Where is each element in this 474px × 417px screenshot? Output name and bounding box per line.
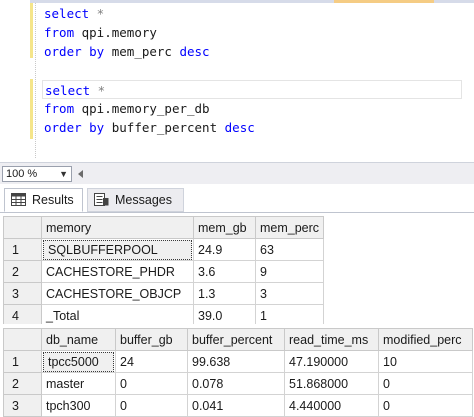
code-line[interactable]: from qpi.memory_per_db — [44, 99, 462, 118]
grid-cell[interactable]: 0.041 — [187, 394, 285, 417]
row-number[interactable]: 2 — [3, 372, 42, 395]
sql-keyword: select — [44, 6, 90, 21]
zoom-dropdown[interactable]: 100 % ▼ — [2, 166, 72, 182]
grid-cell[interactable]: 9 — [254, 260, 325, 283]
grid-cell[interactable]: 10 — [378, 350, 473, 373]
change-marker — [30, 3, 33, 58]
grid-cell-selected[interactable]: tpcc5000 — [41, 350, 116, 373]
table-row[interactable]: 1 tpcc5000 24 99.638 47.190000 10 — [3, 350, 473, 373]
table-row[interactable]: 3 CACHESTORE_OBJCP 1.3 3 — [3, 282, 325, 305]
grid-cell[interactable]: 99.638 — [187, 350, 285, 373]
results-tabstrip: Results Messages — [0, 184, 474, 214]
grid-cell[interactable]: 3 — [254, 282, 325, 305]
grid-cell[interactable]: 0 — [115, 394, 188, 417]
sql-identifier: buffer_percent — [104, 120, 225, 135]
tab-messages-label: Messages — [115, 193, 172, 207]
grid-cell[interactable]: CACHESTORE_PHDR — [41, 260, 194, 283]
grid-header-row: memory mem_gb mem_perc — [3, 216, 325, 239]
grid-corner[interactable] — [3, 328, 42, 351]
column-header[interactable]: memory — [41, 216, 194, 239]
code-line[interactable]: order by mem_perc desc — [44, 42, 462, 61]
cell-value: tpcc5000 — [43, 351, 114, 372]
column-header[interactable]: buffer_percent — [187, 328, 285, 351]
grid-icon — [11, 193, 26, 206]
table-row[interactable]: 2 CACHESTORE_PHDR 3.6 9 — [3, 260, 325, 283]
column-header[interactable]: db_name — [41, 328, 116, 351]
sql-keyword: desc — [179, 44, 210, 59]
grid-cell[interactable]: 0 — [378, 372, 473, 395]
chevron-down-icon: ▼ — [59, 169, 68, 179]
code-line[interactable]: select * — [42, 80, 462, 99]
grid-header-row: db_name buffer_gb buffer_percent read_ti… — [3, 328, 473, 351]
result-grid-memory-per-db[interactable]: db_name buffer_gb buffer_percent read_ti… — [3, 328, 473, 417]
query-editor[interactable]: select * from qpi.memory order by mem_perc… — [0, 0, 474, 162]
grid-cell[interactable]: 51.868000 — [284, 372, 379, 395]
column-header[interactable]: buffer_gb — [115, 328, 188, 351]
sql-keyword: desc — [224, 120, 255, 135]
row-number[interactable]: 3 — [3, 394, 42, 417]
sql-identifier: mem_perc — [104, 44, 180, 59]
grid-cell[interactable]: 4.440000 — [284, 394, 379, 417]
sql-wildcard: * — [90, 83, 106, 98]
grid-cell[interactable]: 47.190000 — [284, 350, 379, 373]
cell-value: SQLBUFFERPOOL — [43, 239, 192, 260]
grid-cell[interactable]: 3.6 — [193, 260, 256, 283]
column-header[interactable]: read_time_ms — [284, 328, 379, 351]
document-tab-hint — [334, 0, 434, 3]
sql-identifier: qpi.memory_per_db — [74, 101, 210, 116]
code-line[interactable]: order by buffer_percent desc — [44, 118, 462, 137]
editor-margin — [0, 0, 36, 162]
scroll-left-icon[interactable] — [78, 170, 84, 178]
grid-cell[interactable]: 0.078 — [187, 372, 285, 395]
result-grid-memory[interactable]: memory mem_gb mem_perc 1 SQLBUFFERPOOL 2… — [3, 216, 325, 327]
code-line[interactable] — [44, 61, 462, 80]
sql-wildcard: * — [89, 6, 105, 21]
zoom-bar: 100 % ▼ — [0, 162, 474, 184]
grid-cell[interactable]: 0 — [115, 372, 188, 395]
zoom-value: 100 % — [6, 168, 38, 180]
code-line[interactable]: from qpi.memory — [44, 23, 462, 42]
row-number[interactable]: 1 — [3, 238, 42, 261]
grid-cell[interactable]: master — [41, 372, 116, 395]
row-number[interactable]: 1 — [3, 350, 42, 373]
grid-corner[interactable] — [3, 216, 42, 239]
sql-keyword: from — [44, 101, 75, 116]
grid-cell-selected[interactable]: SQLBUFFERPOOL — [41, 238, 194, 261]
table-row[interactable]: 1 SQLBUFFERPOOL 24.9 63 — [3, 238, 325, 261]
grid-cell[interactable]: CACHESTORE_OBJCP — [41, 282, 194, 305]
row-number[interactable]: 3 — [3, 282, 42, 305]
sql-code[interactable]: select * from qpi.memory order by mem_perc… — [42, 4, 462, 137]
column-header[interactable]: mem_gb — [193, 216, 256, 239]
column-header[interactable]: mem_perc — [254, 216, 325, 239]
grid-cell[interactable]: 63 — [254, 238, 325, 261]
grid-cell[interactable]: 0 — [378, 394, 473, 417]
change-marker — [30, 79, 33, 139]
grid-cell[interactable]: 24.9 — [193, 238, 256, 261]
grid-cell[interactable]: 24 — [115, 350, 188, 373]
editor-top-strip — [0, 0, 474, 3]
sql-keyword: order by — [44, 44, 105, 59]
column-header[interactable]: modified_perc — [378, 328, 473, 351]
tab-divider — [0, 212, 474, 213]
tab-results-label: Results — [32, 193, 74, 207]
code-line[interactable]: select * — [44, 4, 462, 23]
row-number[interactable]: 2 — [3, 260, 42, 283]
sql-keyword: select — [45, 83, 91, 98]
sql-keyword: from — [44, 25, 75, 40]
tab-results[interactable]: Results — [4, 188, 83, 212]
grid-cell[interactable]: tpch300 — [41, 394, 116, 417]
grid-cell[interactable]: 1.3 — [193, 282, 256, 305]
table-row[interactable]: 3 tpch300 0 0.041 4.440000 0 — [3, 394, 473, 417]
table-row[interactable]: 2 master 0 0.078 51.868000 0 — [3, 372, 473, 395]
outline-guide — [35, 3, 36, 158]
sql-identifier: qpi.memory — [74, 25, 157, 40]
messages-icon — [94, 193, 109, 206]
sql-keyword: order by — [44, 120, 105, 135]
tab-messages[interactable]: Messages — [87, 188, 184, 212]
